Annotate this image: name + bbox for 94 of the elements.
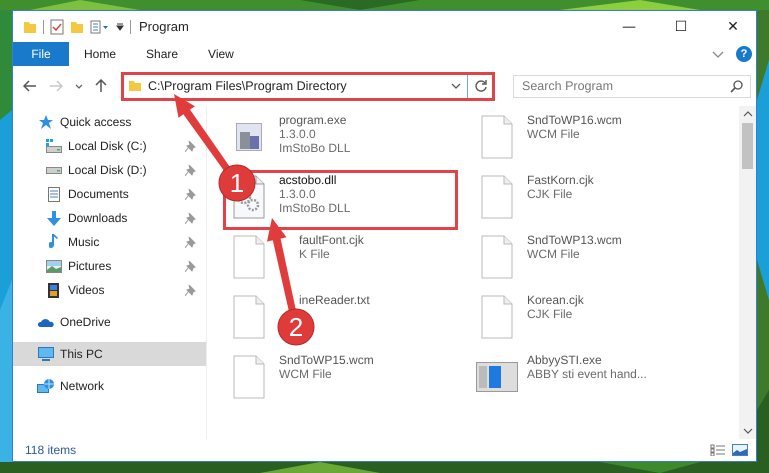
file-detail: 1.3.0.0 [279,127,317,141]
scrollbar-thumb[interactable] [742,123,753,169]
download-arrow-icon [46,210,60,226]
nav-item[interactable]: This PC [13,342,206,366]
music-note-icon [48,234,58,250]
search-icon[interactable] [730,80,743,92]
step-badge [278,308,314,346]
step-number: 2 [288,312,304,342]
pin-icon[interactable] [185,212,196,224]
file-detail: WCM File [527,127,581,141]
file-detail: ImStoBo DLL [279,201,350,215]
file-icon[interactable] [481,295,513,339]
program-icon[interactable] [236,123,262,151]
file-name[interactable]: AbbyySTI.exe [527,354,647,367]
scroll-up-icon[interactable] [742,111,752,117]
window-icon[interactable] [476,362,518,392]
folder-icon[interactable] [23,20,37,32]
nav-item[interactable]: Network [13,374,206,398]
file-detail: CJK File [527,307,574,321]
pin-icon[interactable] [185,260,196,272]
file-detail: K File [299,247,331,261]
file-name[interactable]: acstobo.dll [279,174,350,187]
file-name[interactable]: faultFont.cjk [299,234,364,247]
file-icon[interactable] [233,235,265,279]
chevron-down-icon[interactable] [451,83,461,89]
drive-icon [46,166,62,174]
ribbon-tab[interactable]: Home [69,42,132,66]
star-icon [38,114,54,130]
large-icons-view-icon[interactable] [732,444,748,456]
minimize-button[interactable]: — [606,11,652,42]
nav-item[interactable]: Downloads [13,206,206,230]
file-icon[interactable] [481,115,513,159]
search-field[interactable]: Search Program [513,74,751,98]
ribbon-tab[interactable]: View [193,42,249,66]
file-name[interactable]: SndToWP15.wcm [279,354,374,367]
close-button[interactable]: ✕ [710,11,756,42]
picture-icon [46,260,62,272]
cloud-icon [38,318,54,326]
file-icon[interactable] [233,295,265,339]
chevron-down-icon[interactable] [75,84,83,88]
nav-item[interactable]: OneDrive [13,310,206,334]
nav-item[interactable]: Pictures [13,254,206,278]
pin-icon[interactable] [185,164,196,176]
refresh-icon[interactable] [474,79,488,93]
back-arrow-icon[interactable] [23,80,37,92]
window-title: Program [139,19,189,34]
forward-arrow-icon[interactable] [49,80,63,92]
step-badge [218,164,256,202]
ribbon-tab[interactable]: Share [131,42,194,66]
address-bar[interactable]: C:\Program Files\Program Directory [121,72,495,100]
film-icon [48,282,59,298]
file-detail: 1.3.0.0 [279,187,317,201]
file-name[interactable]: FastKorn.cjk [527,174,594,187]
dropdown-icon[interactable] [116,22,124,30]
file-name[interactable]: Korean.cjk [527,294,584,307]
nav-item[interactable]: Local Disk (C:) [13,134,206,158]
pin-icon[interactable] [185,140,196,152]
checklist-icon[interactable] [50,18,64,34]
file-detail: ImStoBo DLL [279,141,350,155]
pin-icon[interactable] [185,236,196,248]
network-globe-icon [37,378,54,394]
file-detail: CJK File [527,187,574,201]
file-detail: ABBY sti event hand... [527,367,647,381]
file-icon[interactable] [233,355,265,399]
file-detail: WCM File [279,367,333,381]
nav-item[interactable]: Music [13,230,206,254]
file-name[interactable]: program.exe [279,114,350,127]
scroll-down-icon[interactable] [742,428,752,434]
pin-icon[interactable] [185,284,196,296]
ribbon-tab[interactable]: File [13,42,69,66]
nav-item[interactable]: Documents [13,182,206,206]
file-detail: WCM File [527,247,581,261]
pin-icon[interactable] [185,188,196,200]
details-view-icon[interactable] [710,444,726,456]
file-name[interactable]: SndToWP13.wcm [527,234,622,247]
nav-item[interactable]: Local Disk (D:) [13,158,206,182]
properties-icon[interactable] [90,20,110,34]
folder-icon[interactable] [70,20,84,32]
maximize-button[interactable]: ☐ [658,11,704,42]
help-button[interactable]: ? [736,46,752,62]
monitor-icon [38,346,54,362]
document-icon [48,186,60,202]
file-name[interactable]: ineReader.txt [299,294,370,307]
nav-item[interactable]: Videos [13,278,206,302]
up-arrow-icon[interactable] [95,79,107,93]
item-count: 118 items [25,443,76,457]
file-icon[interactable] [481,175,513,219]
file-icon[interactable] [481,235,513,279]
folder-icon [128,80,142,92]
step-number: 1 [230,168,244,198]
drive-icon [46,139,62,153]
chevron-down-icon[interactable] [712,50,724,58]
nav-item[interactable]: Quick access [13,110,206,134]
file-name[interactable]: SndToWP16.wcm [527,114,622,127]
